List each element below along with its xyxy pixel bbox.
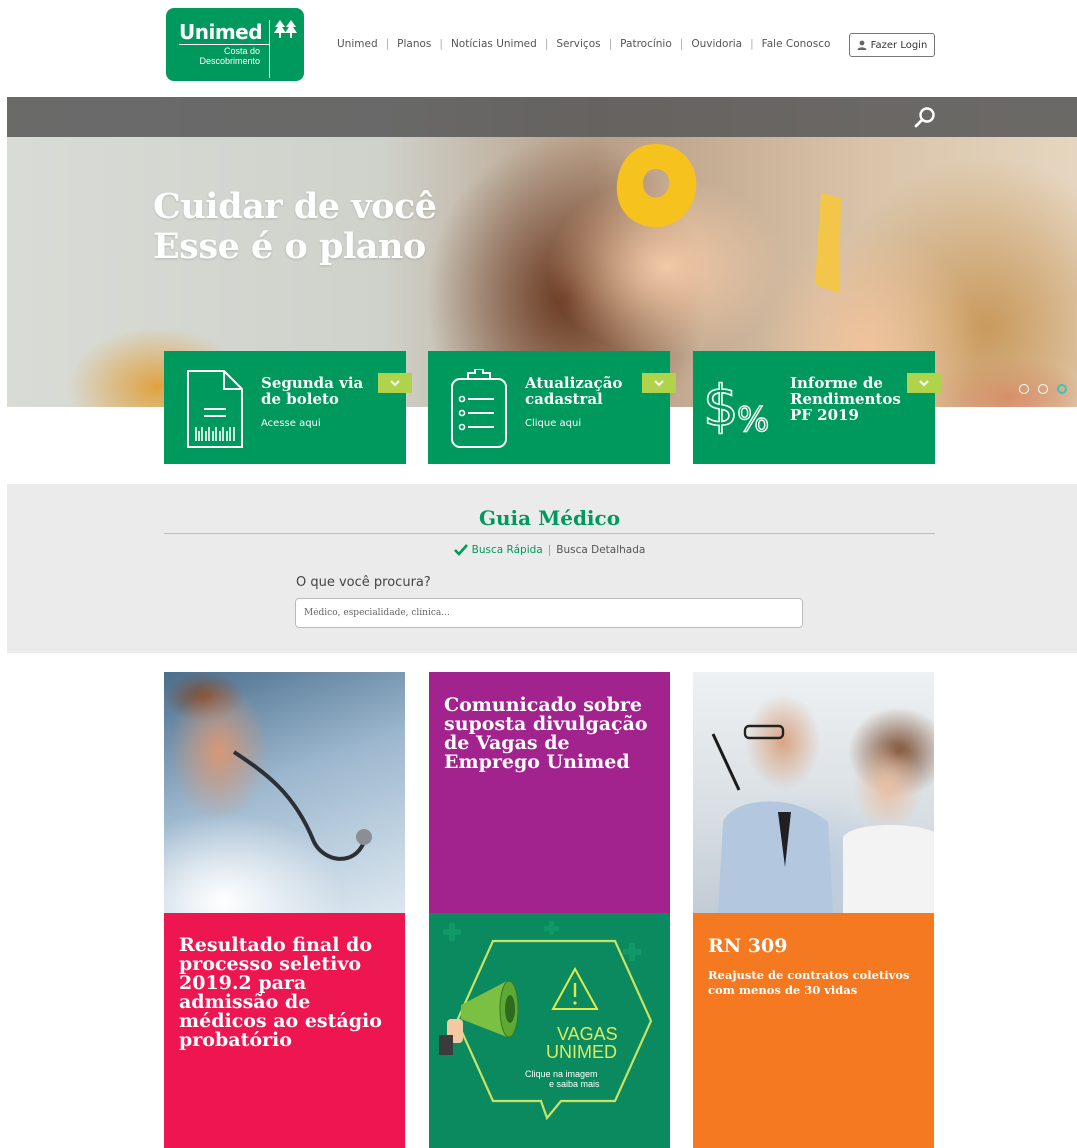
- nav-item-unimed[interactable]: Unimed: [337, 38, 378, 50]
- guia-search-input[interactable]: [295, 598, 803, 628]
- vagas-line-2: UNIMED: [546, 1042, 617, 1062]
- chevron-down-icon: [919, 379, 929, 386]
- yellow-pepper-image: [616, 144, 697, 228]
- logo-subtitle-2: Descobrimento: [199, 56, 260, 66]
- tile-line: Emprego Unimed: [444, 751, 630, 773]
- user-icon: [857, 40, 867, 50]
- guia-title: Guia Médico: [478, 506, 621, 530]
- card-title: Segunda via de boleto: [261, 375, 363, 407]
- card-title-line-3: PF 2019: [790, 406, 859, 424]
- card-title-line-1: Segunda via: [261, 374, 364, 392]
- hero-top-bar: [7, 97, 1077, 137]
- tile-resultado-text: Resultado final do processo seletivo 201…: [179, 936, 382, 1050]
- business-people-image[interactable]: [693, 672, 934, 913]
- hero-title-line-1: Cuidar de você: [153, 186, 437, 227]
- card-title-line-1: Atualização: [525, 374, 623, 392]
- chevron-down-icon: [654, 379, 664, 386]
- invoice-barcode-icon: [187, 370, 243, 448]
- nav-item-servicos[interactable]: Serviços: [556, 38, 600, 50]
- card-title-line-2: Rendimentos: [790, 390, 901, 408]
- vagas-unimed-graphic: [439, 921, 653, 1121]
- nav-separator: |: [750, 38, 754, 50]
- card-expand-button[interactable]: [642, 373, 676, 393]
- pine-trees-icon: [274, 20, 297, 38]
- vagas-line-1: VAGAS: [557, 1024, 618, 1044]
- nav-separator: |: [544, 38, 549, 50]
- guia-medico-section: Guia Médico Busca Rápida | Busca Detalha…: [7, 484, 1077, 653]
- card-segunda-via-boleto[interactable]: Segunda via de boleto Acesse aqui: [164, 351, 412, 464]
- logo-subtitle-1: Costa do: [223, 46, 260, 56]
- tile-vagas-unimed[interactable]: VAGAS UNIMED Clique na imagem e saiba ma…: [429, 913, 670, 1148]
- nav-separator: |: [679, 38, 684, 50]
- doctor-stethoscope-image[interactable]: [164, 672, 405, 913]
- vagas-cta-2: e saiba mais: [549, 1079, 600, 1089]
- hero-title-line-2: Esse é o plano: [153, 226, 426, 267]
- search-icon[interactable]: [914, 106, 936, 128]
- guia-search-label: O que você procura?: [296, 575, 431, 590]
- card-title-line-2: cadastral: [525, 390, 603, 408]
- nav-separator: |: [439, 38, 443, 50]
- nav-item-fale-conosco[interactable]: Fale Conosco: [762, 38, 831, 50]
- vagas-cta-1: Clique na imagem: [525, 1069, 598, 1079]
- svg-text:$: $: [703, 374, 739, 438]
- site-header: Unimed Costa do Descobrimento Unimed | P…: [0, 0, 1077, 97]
- hero-title: Cuidar de você Esse é o plano: [153, 187, 437, 267]
- carousel-dot-1[interactable]: [1019, 384, 1029, 394]
- nav-item-noticias[interactable]: Notícias Unimed: [451, 38, 537, 50]
- tile-resultado-processo-seletivo[interactable]: Resultado final do processo seletivo 201…: [164, 913, 405, 1148]
- tab-busca-rapida[interactable]: Busca Rápida: [472, 544, 543, 556]
- nav-item-planos[interactable]: Planos: [397, 38, 431, 50]
- tile-rn-subtitle: Reajuste de contratos coletivos com meno…: [708, 968, 910, 998]
- tile-line: probatório: [179, 1029, 292, 1051]
- card-title: Informe de Rendimentos PF 2019: [790, 375, 901, 423]
- people-shapes: [711, 724, 934, 913]
- card-expand-button[interactable]: [907, 373, 941, 393]
- logo-name: Unimed: [179, 20, 263, 44]
- nav-separator: |: [385, 38, 390, 50]
- guia-divider: [164, 533, 935, 534]
- carousel-dots: [1019, 384, 1067, 394]
- card-informe-rendimentos[interactable]: $ % Informe de Rendimentos PF 2019: [693, 351, 941, 464]
- tile-rn-title: RN 309: [708, 935, 788, 957]
- card-subtitle: Clique aqui: [525, 418, 582, 429]
- clipboard-list-icon: [451, 369, 507, 448]
- tab-separator: |: [547, 544, 552, 556]
- chevron-down-icon: [390, 379, 400, 386]
- tile-comunicado-vagas[interactable]: Comunicado sobre suposta divulgação de V…: [429, 672, 670, 913]
- card-subtitle: Acesse aqui: [261, 418, 321, 429]
- cheese-slice-image: [815, 193, 841, 293]
- carousel-dot-3[interactable]: [1057, 384, 1067, 394]
- logo-divider: [269, 20, 270, 78]
- carousel-dot-2[interactable]: [1038, 384, 1048, 394]
- card-title-line-1: Informe de: [790, 374, 883, 392]
- nav-item-ouvidoria[interactable]: Ouvidoria: [691, 38, 742, 50]
- login-label: Fazer Login: [870, 39, 928, 51]
- card-expand-button[interactable]: [378, 373, 412, 393]
- tile-rn-sub-1: Reajuste de contratos coletivos: [708, 968, 910, 982]
- tile-comunicado-text: Comunicado sobre suposta divulgação de V…: [444, 696, 648, 772]
- nav-separator: |: [608, 38, 613, 50]
- unimed-logo[interactable]: Unimed Costa do Descobrimento: [166, 8, 304, 81]
- tab-busca-detalhada[interactable]: Busca Detalhada: [556, 544, 645, 556]
- card-atualizacao-cadastral[interactable]: Atualização cadastral Clique aqui: [428, 351, 676, 464]
- logo-underline: [179, 44, 269, 45]
- money-percent-icon: $ %: [703, 373, 770, 438]
- guia-search-tabs: Busca Rápida | Busca Detalhada: [7, 544, 1077, 556]
- main-nav: Unimed | Planos | Notícias Unimed | Serv…: [337, 38, 830, 50]
- card-title-line-2: de boleto: [261, 390, 339, 408]
- card-title: Atualização cadastral: [525, 375, 622, 407]
- tile-rn-309[interactable]: RN 309 Reajuste de contratos coletivos c…: [693, 913, 934, 1148]
- login-button[interactable]: Fazer Login: [849, 33, 935, 57]
- stethoscope-shape: [232, 750, 372, 861]
- nav-item-patrocinio[interactable]: Patrocínio: [620, 38, 672, 50]
- check-icon: [453, 544, 468, 556]
- tile-rn-sub-2: com menos de 30 vidas: [708, 983, 858, 997]
- svg-text:%: %: [737, 400, 769, 438]
